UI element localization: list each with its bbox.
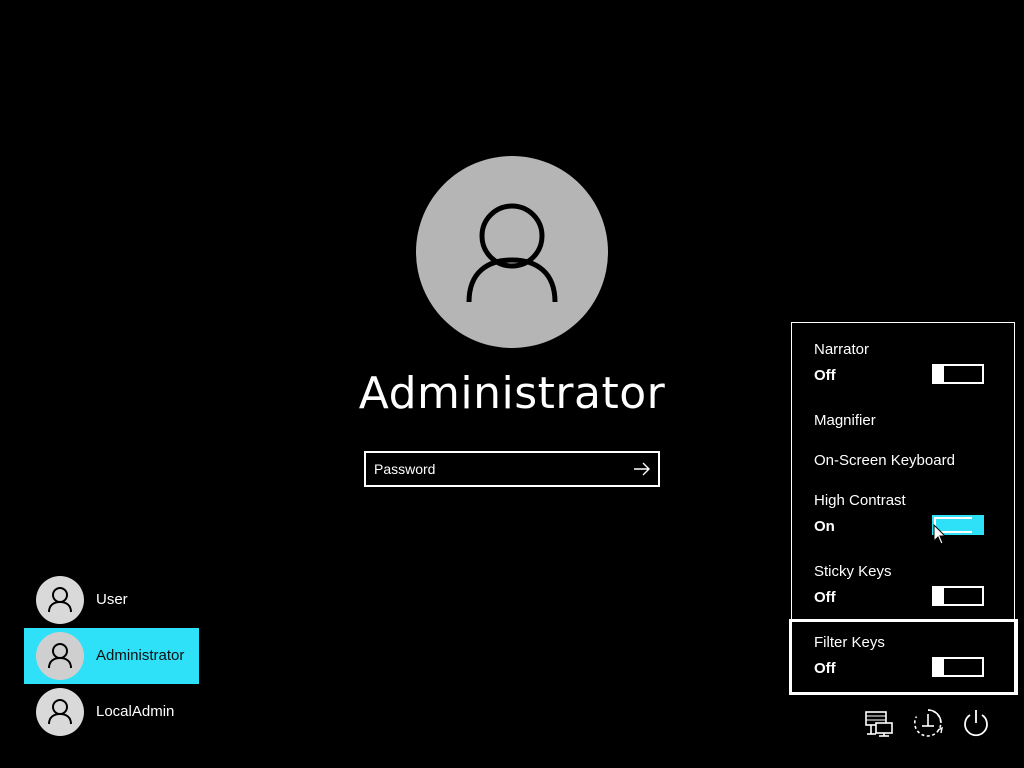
sticky-keys-toggle[interactable] bbox=[932, 586, 984, 606]
filter-keys-state: Off bbox=[814, 660, 836, 677]
ease-of-access-icon[interactable] bbox=[911, 706, 945, 740]
narrator-state: Off bbox=[814, 367, 836, 384]
user-item-localadmin[interactable]: LocalAdmin bbox=[24, 684, 199, 740]
user-name: Administrator bbox=[96, 647, 185, 664]
person-icon bbox=[466, 203, 558, 303]
submit-arrow-icon[interactable] bbox=[632, 459, 652, 479]
user-item-user[interactable]: User bbox=[24, 572, 199, 628]
selected-username: Administrator bbox=[358, 368, 666, 419]
magnifier-label: Magnifier bbox=[814, 412, 876, 429]
high-contrast-item: High Contrast On bbox=[814, 492, 994, 535]
ease-of-access-panel: Narrator Off Magnifier On-Screen Keyboar… bbox=[791, 322, 1015, 694]
onscreen-keyboard-item[interactable]: On-Screen Keyboard bbox=[814, 452, 994, 469]
person-icon bbox=[48, 699, 72, 725]
mouse-cursor-icon bbox=[933, 524, 947, 545]
sticky-keys-state: Off bbox=[814, 589, 836, 606]
user-name: LocalAdmin bbox=[96, 703, 175, 720]
narrator-toggle[interactable] bbox=[932, 364, 984, 384]
onscreen-keyboard-label: On-Screen Keyboard bbox=[814, 452, 955, 469]
user-avatar-large bbox=[416, 156, 608, 348]
user-avatar bbox=[36, 688, 84, 736]
user-list: User Administrator LocalAdmin bbox=[24, 572, 200, 740]
narrator-item: Narrator Off bbox=[814, 341, 994, 384]
narrator-label: Narrator bbox=[814, 341, 870, 358]
person-icon bbox=[48, 643, 72, 669]
filter-keys-toggle[interactable] bbox=[932, 657, 984, 677]
high-contrast-state: On bbox=[814, 518, 835, 535]
user-avatar bbox=[36, 576, 84, 624]
filter-keys-label: Filter Keys bbox=[814, 634, 885, 651]
filter-keys-item: Filter Keys Off bbox=[814, 634, 994, 677]
power-icon[interactable] bbox=[959, 706, 993, 740]
user-avatar bbox=[36, 632, 84, 680]
magnifier-item[interactable]: Magnifier bbox=[814, 412, 994, 429]
password-input[interactable] bbox=[374, 453, 624, 485]
user-name: User bbox=[96, 591, 128, 608]
user-item-administrator[interactable]: Administrator bbox=[24, 628, 199, 684]
sticky-keys-item: Sticky Keys Off bbox=[814, 563, 994, 606]
system-icons bbox=[862, 706, 1002, 740]
sticky-keys-label: Sticky Keys bbox=[814, 563, 892, 580]
person-icon bbox=[48, 587, 72, 613]
high-contrast-label: High Contrast bbox=[814, 492, 906, 509]
network-icon[interactable] bbox=[862, 706, 896, 740]
password-field-container bbox=[364, 451, 660, 487]
